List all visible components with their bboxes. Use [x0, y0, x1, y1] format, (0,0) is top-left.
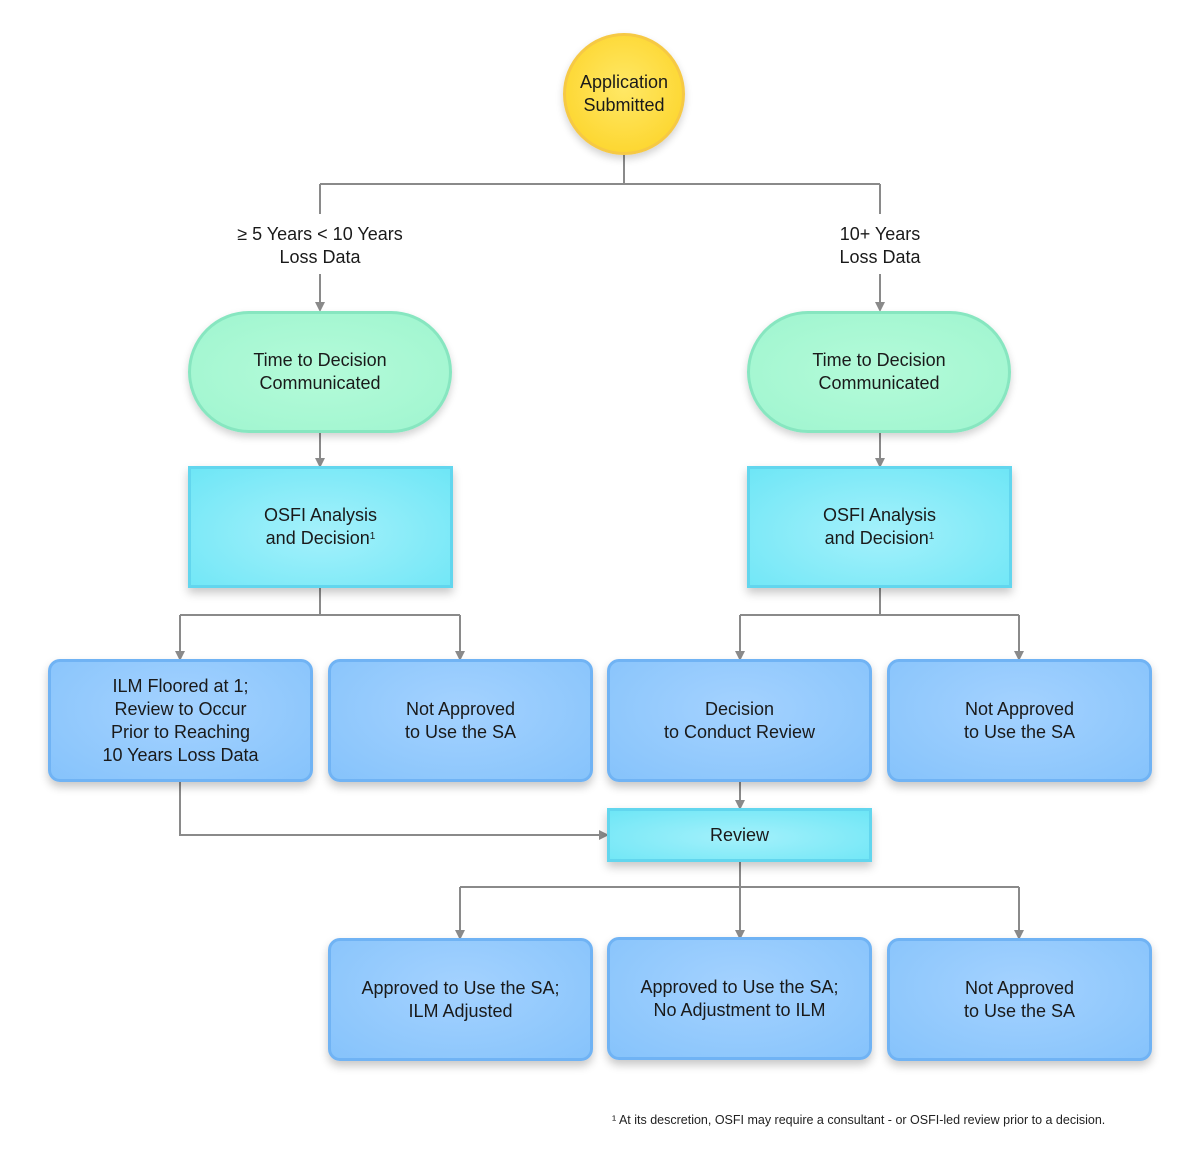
review-node: Review: [607, 808, 872, 862]
review-outcome-label: Not Approved to Use the SA: [963, 977, 1076, 1021]
left-osfi-analysis-node: OSFI Analysis and Decision1: [188, 466, 453, 588]
review-outcome-label: Approved to Use the SA; ILM Adjusted: [361, 977, 560, 1021]
footnote-ref: 1: [928, 531, 935, 542]
start-node-application-submitted: Application Submitted: [563, 33, 685, 155]
connector-right-analysis-split: [740, 588, 1019, 616]
connector-left-analysis-split: [180, 588, 460, 616]
left-branch-condition: ≥ 5 Years < 10 Years Loss Data: [237, 224, 403, 267]
outcome-decision-to-conduct-review: Decision to Conduct Review: [607, 659, 872, 782]
left-osfi-analysis-label: OSFI Analysis and Decision1: [263, 505, 378, 548]
left-time-to-decision-label: Time to Decision Communicated: [253, 350, 387, 393]
right-branch-condition: 10+ Years Loss Data: [839, 224, 921, 267]
connector-ilm-to-review: [179, 782, 609, 840]
right-osfi-analysis-node: OSFI Analysis and Decision1: [747, 466, 1012, 588]
outcome-left-not-approved-label: Not Approved to Use the SA: [404, 698, 517, 742]
review-outcome-not-approved: Not Approved to Use the SA: [887, 938, 1152, 1061]
start-node-label: Application Submitted: [579, 72, 669, 115]
right-osfi-analysis-label: OSFI Analysis and Decision1: [822, 505, 937, 548]
outcome-decision-label: Decision to Conduct Review: [663, 698, 816, 742]
outcome-right-not-approved: Not Approved to Use the SA: [887, 659, 1152, 782]
review-outcome-approved-no-adjustment: Approved to Use the SA; No Adjustment to…: [607, 937, 872, 1060]
right-time-to-decision-label: Time to Decision Communicated: [812, 350, 946, 393]
review-label: Review: [709, 824, 770, 845]
review-outcome-approved-ilm-adjusted: Approved to Use the SA; ILM Adjusted: [328, 938, 593, 1061]
outcome-right-not-approved-label: Not Approved to Use the SA: [963, 698, 1076, 742]
footnote-ref: 1: [369, 531, 376, 542]
connector-start-split: [319, 155, 881, 214]
right-time-to-decision-node: Time to Decision Communicated: [747, 311, 1011, 433]
footnote: ¹ At its descretion, OSFI may require a …: [612, 1113, 1106, 1127]
review-outcome-label: Approved to Use the SA; No Adjustment to…: [640, 976, 839, 1020]
outcome-left-not-approved: Not Approved to Use the SA: [328, 659, 593, 782]
left-time-to-decision-node: Time to Decision Communicated: [188, 311, 452, 433]
outcome-ilm-floored-label: ILM Floored at 1; Review to Occur Prior …: [102, 675, 259, 765]
outcome-ilm-floored: ILM Floored at 1; Review to Occur Prior …: [48, 659, 313, 782]
